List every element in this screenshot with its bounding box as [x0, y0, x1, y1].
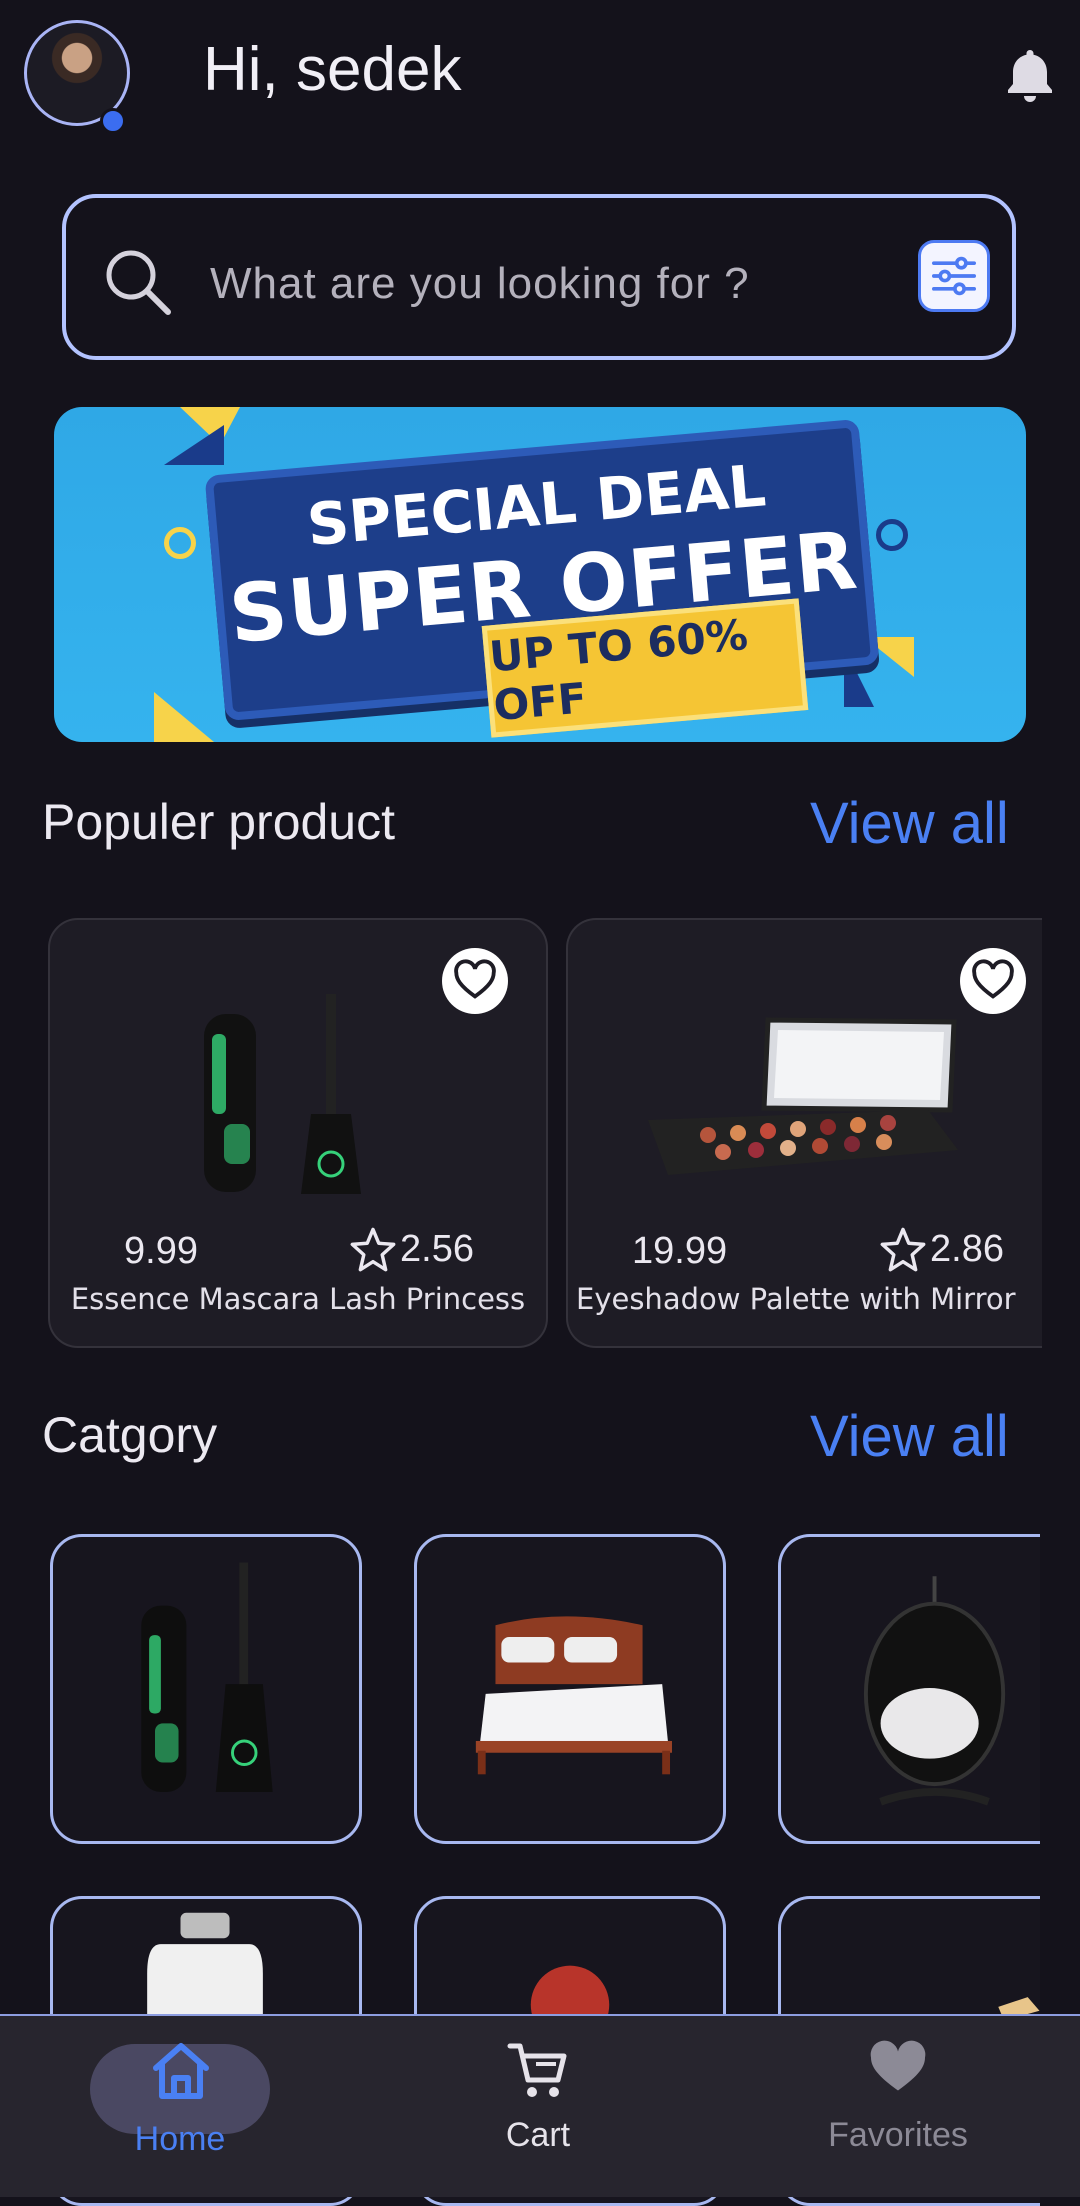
- notification-bell-icon[interactable]: [1003, 46, 1057, 104]
- product-image-mascara: [204, 994, 361, 1194]
- category-tile-home-decor[interactable]: [778, 1534, 1040, 1844]
- star-outline-icon: [350, 1227, 396, 1272]
- search-icon: [106, 250, 171, 315]
- cart-icon: [507, 2043, 567, 2097]
- product-name: Eyeshadow Palette with Mirror: [576, 1282, 1016, 1316]
- favorite-button[interactable]: [960, 948, 1026, 1014]
- category-view-all-link[interactable]: View all: [810, 1403, 1009, 1470]
- nav-item-home[interactable]: Home: [90, 2030, 270, 2180]
- avatar-badge: [100, 108, 126, 134]
- greeting-text: Hi, sedek: [203, 35, 462, 104]
- nav-label-favorites: Favorites: [828, 2116, 968, 2154]
- product-rating: 2.56: [350, 1226, 474, 1272]
- nav-item-cart[interactable]: Cart: [448, 2030, 628, 2180]
- category-section-title: Catgory: [42, 1407, 218, 1463]
- filter-button[interactable]: [918, 240, 990, 312]
- promo-banner[interactable]: SPECIAL DEAL SUPER OFFER UP TO 60% OFF: [54, 407, 1026, 742]
- product-name: Essence Mascara Lash Princess: [70, 1282, 526, 1316]
- category-image-bed: [475, 1616, 672, 1775]
- popular-view-all-link[interactable]: View all: [810, 790, 1009, 857]
- category-tile-furniture[interactable]: [414, 1534, 726, 1844]
- product-price: 9.99: [124, 1230, 198, 1272]
- category-tile-beauty[interactable]: [50, 1534, 362, 1844]
- product-rating-value: 2.56: [400, 1227, 474, 1270]
- product-card[interactable]: 9.99 2.56 Essence Mascara Lash Princess: [48, 918, 548, 1348]
- nav-label-cart: Cart: [505, 2116, 571, 2154]
- heart-outline-icon: [454, 959, 496, 999]
- heart-outline-icon: [972, 959, 1014, 999]
- popular-section-title: Populer product: [42, 794, 396, 850]
- search-input[interactable]: [208, 250, 892, 318]
- heart-filled-icon: [870, 2040, 926, 2091]
- product-card[interactable]: 19.99 2.86 Eyeshadow Palette with Mirror: [566, 918, 1042, 1348]
- star-outline-icon: [880, 1227, 926, 1272]
- nav-item-favorites[interactable]: Favorites: [808, 2030, 988, 2180]
- product-image-palette: [648, 1017, 958, 1175]
- category-image-hanging-chair: [863, 1576, 1006, 1806]
- product-rating-value: 2.86: [930, 1227, 1004, 1270]
- product-rating: 2.86: [880, 1226, 1004, 1272]
- favorite-button[interactable]: [442, 948, 508, 1014]
- nav-label-home: Home: [134, 2120, 226, 2158]
- category-image-mascara: [141, 1562, 273, 1792]
- sliders-icon: [932, 256, 976, 296]
- product-price: 19.99: [632, 1230, 728, 1272]
- home-icon: [153, 2043, 209, 2099]
